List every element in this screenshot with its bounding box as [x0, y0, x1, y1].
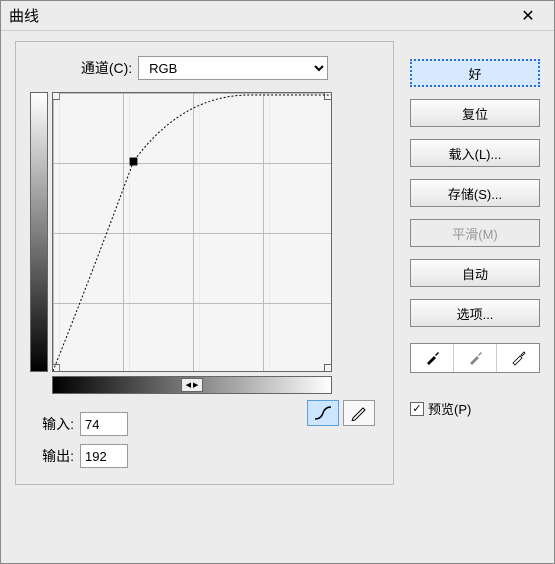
- curves-dialog: 曲线 ✕ 通道(C): RGB: [0, 0, 555, 564]
- curve-svg: [53, 93, 331, 371]
- content: 通道(C): RGB: [1, 31, 554, 495]
- output-label: 输出:: [30, 446, 74, 466]
- channel-select[interactable]: RGB: [138, 56, 328, 80]
- corner-handle-bl[interactable]: [52, 364, 60, 372]
- preview-checkbox[interactable]: ✓: [410, 402, 424, 416]
- vertical-gradient: [30, 92, 48, 372]
- hgrad-row: [52, 376, 379, 394]
- corner-handle-br[interactable]: [324, 364, 332, 372]
- titlebar: 曲线 ✕: [1, 1, 554, 31]
- preview-row[interactable]: ✓ 预览(P): [410, 399, 540, 418]
- save-button[interactable]: 存储(S)...: [410, 179, 540, 207]
- eyedropper-black[interactable]: [411, 344, 454, 372]
- curve-area: [30, 92, 379, 372]
- corner-handle-tl[interactable]: [52, 92, 60, 100]
- ok-button[interactable]: 好: [410, 59, 540, 87]
- corner-handle-tr[interactable]: [324, 92, 332, 100]
- auto-button[interactable]: 自动: [410, 259, 540, 287]
- eyedropper-white[interactable]: [497, 344, 539, 372]
- smooth-button: 平滑(M): [410, 219, 540, 247]
- eyedropper-white-icon: [509, 349, 527, 367]
- pencil-tool-button[interactable]: [343, 400, 375, 426]
- input-label: 输入:: [30, 414, 74, 434]
- eyedropper-gray-icon: [466, 349, 484, 367]
- curve-grid[interactable]: [52, 92, 332, 372]
- eyedropper-gray[interactable]: [454, 344, 497, 372]
- control-point: [129, 158, 137, 166]
- window-title: 曲线: [9, 5, 39, 26]
- curve-tool-icon: [313, 405, 333, 421]
- curve-tool-button[interactable]: [307, 400, 339, 426]
- reset-button[interactable]: 复位: [410, 99, 540, 127]
- close-button[interactable]: ✕: [510, 4, 546, 28]
- output-field[interactable]: [80, 444, 128, 468]
- curve-grid-wrap: [52, 92, 332, 372]
- preview-label: 预览(P): [428, 399, 471, 418]
- options-button[interactable]: 选项...: [410, 299, 540, 327]
- eyedropper-row: [410, 343, 540, 373]
- tool-icons: [307, 400, 375, 426]
- input-field[interactable]: [80, 412, 128, 436]
- close-icon: ✕: [521, 6, 534, 26]
- right-panel: 好 复位 载入(L)... 存储(S)... 平滑(M) 自动 选项... ✓: [410, 41, 540, 485]
- pencil-icon: [349, 405, 369, 421]
- channel-label: 通道(C):: [81, 58, 132, 78]
- output-row: 输出:: [30, 444, 379, 468]
- channel-row: 通道(C): RGB: [30, 56, 379, 80]
- load-button[interactable]: 载入(L)...: [410, 139, 540, 167]
- eyedropper-black-icon: [423, 349, 441, 367]
- left-panel: 通道(C): RGB: [15, 41, 394, 485]
- horizontal-gradient[interactable]: [52, 376, 332, 394]
- gradient-handle[interactable]: [181, 378, 203, 392]
